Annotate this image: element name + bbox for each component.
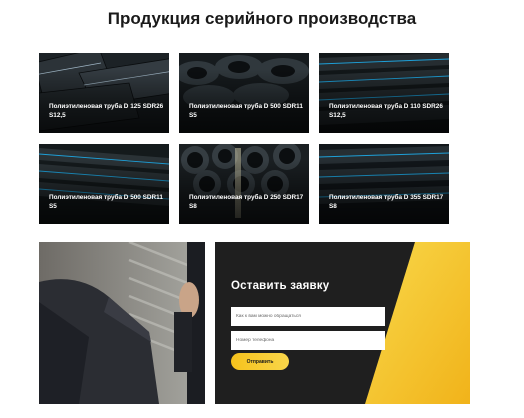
card-overlay [319,144,449,224]
card-overlay [179,53,309,133]
phone-input[interactable] [231,331,385,350]
product-name: Полиэтиленовая труба D 355 SDR17 S8 [329,194,444,210]
name-input[interactable] [231,307,385,326]
card-overlay [39,144,169,224]
product-name: Полиэтиленовая труба D 500 SDR11 S5 [189,103,303,119]
product-card[interactable]: Полиэтиленовая труба D 250 SDR17 S8 [179,144,309,224]
person-image [39,242,205,404]
product-card[interactable]: Полиэтиленовая труба D 125 SDR26 S12,5 [39,53,169,133]
product-card[interactable]: Полиэтиленовая труба D 500 SDR11 S5 [39,144,169,224]
card-overlay [39,53,169,133]
product-name: Полиэтиленовая труба D 125 SDR26 S12,5 [49,103,164,119]
request-form: Оставить заявку Отправить [215,242,470,404]
product-name: Полиэтиленовая труба D 500 SDR11 S5 [49,194,163,210]
form-title: Оставить заявку [231,280,330,292]
manager-photo [39,242,205,404]
product-name: Полиэтиленовая труба D 110 SDR26 S12,5 [329,103,443,119]
product-grid: Полиэтиленовая труба D 125 SDR26 S12,5 П… [39,53,450,226]
submit-button[interactable]: Отправить [231,353,289,370]
card-overlay [179,144,309,224]
card-overlay [319,53,449,133]
page-title: Продукция серийного производства [107,9,417,28]
product-name: Полиэтиленовая труба D 250 SDR17 S8 [189,194,304,210]
product-card[interactable]: Полиэтиленовая труба D 355 SDR17 S8 [319,144,449,224]
product-card[interactable]: Полиэтиленовая труба D 500 SDR11 S5 [179,53,309,133]
product-card[interactable]: Полиэтиленовая труба D 110 SDR26 S12,5 [319,53,449,133]
